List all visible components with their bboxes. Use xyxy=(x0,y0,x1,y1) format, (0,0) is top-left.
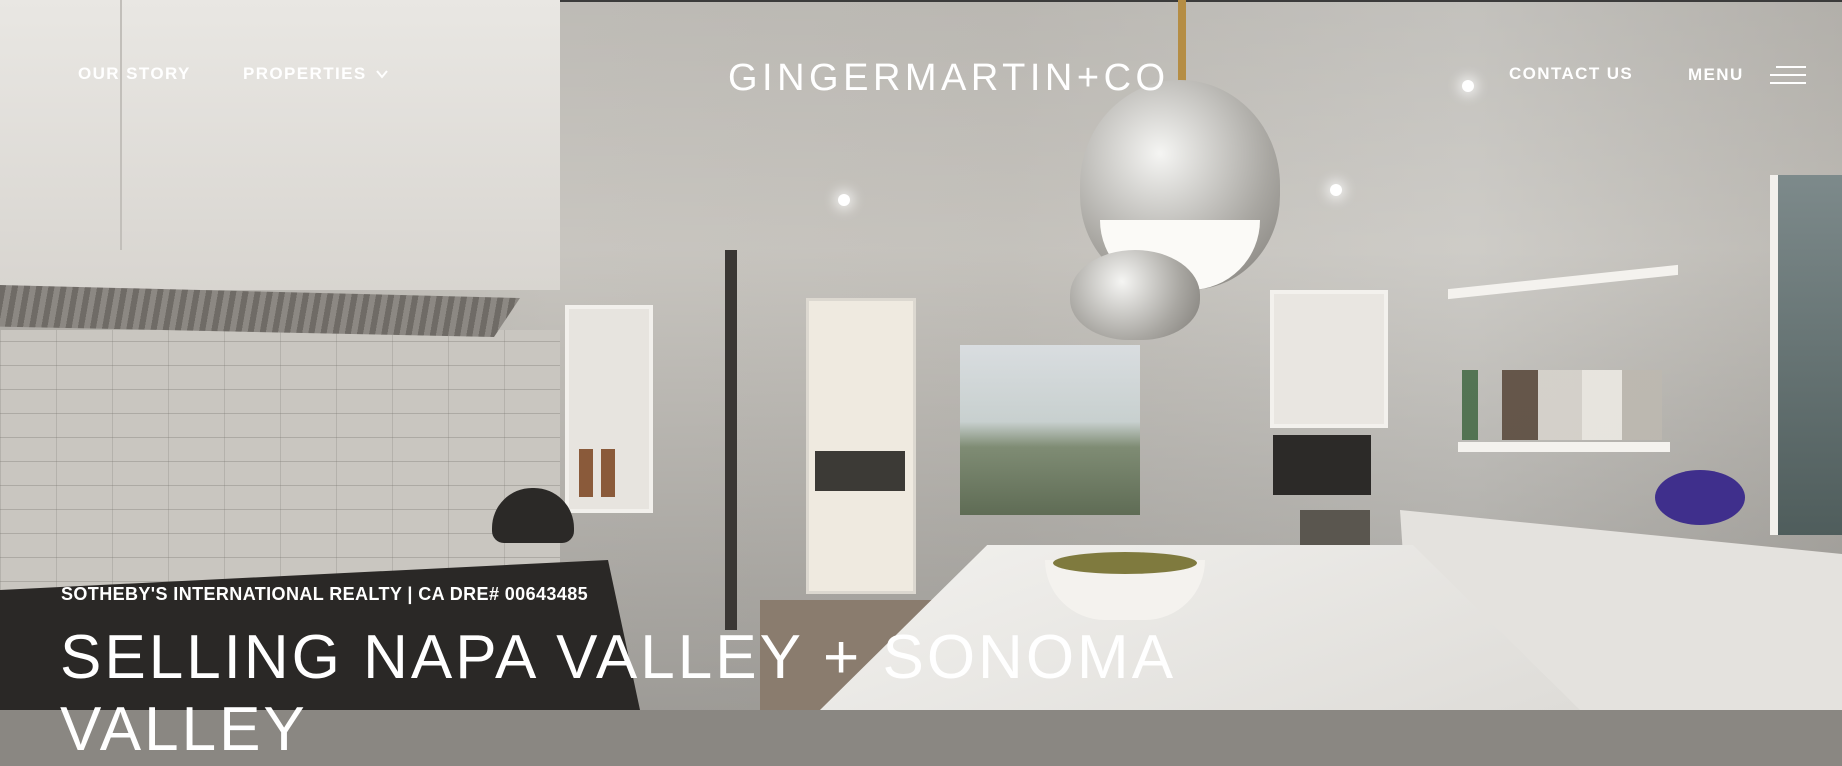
ceiling-light xyxy=(838,194,850,206)
ceiling-light xyxy=(1330,184,1342,196)
flower-vase xyxy=(1655,470,1745,525)
nav-our-story[interactable]: OUR STORY xyxy=(78,64,191,84)
door-frame xyxy=(725,250,737,630)
glass-cabinet xyxy=(1270,290,1388,428)
right-window xyxy=(1770,175,1842,535)
nav-properties[interactable]: PROPERTIES xyxy=(243,64,389,84)
shelf-items xyxy=(1462,370,1662,440)
upper-cabinets xyxy=(0,0,560,290)
dark-cabinet xyxy=(1273,435,1371,495)
pantry-shelves xyxy=(806,298,916,594)
ceiling-light xyxy=(1462,80,1474,92)
chevron-down-icon xyxy=(375,70,388,79)
pendant-light-small xyxy=(1070,250,1200,340)
window-view xyxy=(960,345,1140,515)
open-shelf-lower xyxy=(1458,442,1670,452)
hero-subhead: SOTHEBY'S INTERNATIONAL REALTY | CA DRE#… xyxy=(61,584,589,604)
wall-niche xyxy=(565,305,653,513)
brand-logo[interactable]: GINGERMARTIN+CO xyxy=(728,56,1170,100)
hamburger-menu-icon xyxy=(1769,64,1806,86)
pendant-rod xyxy=(1178,0,1186,90)
menu-label: MENU xyxy=(1688,65,1744,84)
hero-headline: SELLING NAPA VALLEY + SONOMA VALLEY xyxy=(60,623,1173,764)
menu-button[interactable]: MENU xyxy=(1688,64,1806,86)
open-shelf-upper xyxy=(1448,264,1678,300)
nav-contact-us[interactable]: CONTACT US xyxy=(1509,64,1633,84)
nav-properties-label: PROPERTIES xyxy=(243,64,367,83)
